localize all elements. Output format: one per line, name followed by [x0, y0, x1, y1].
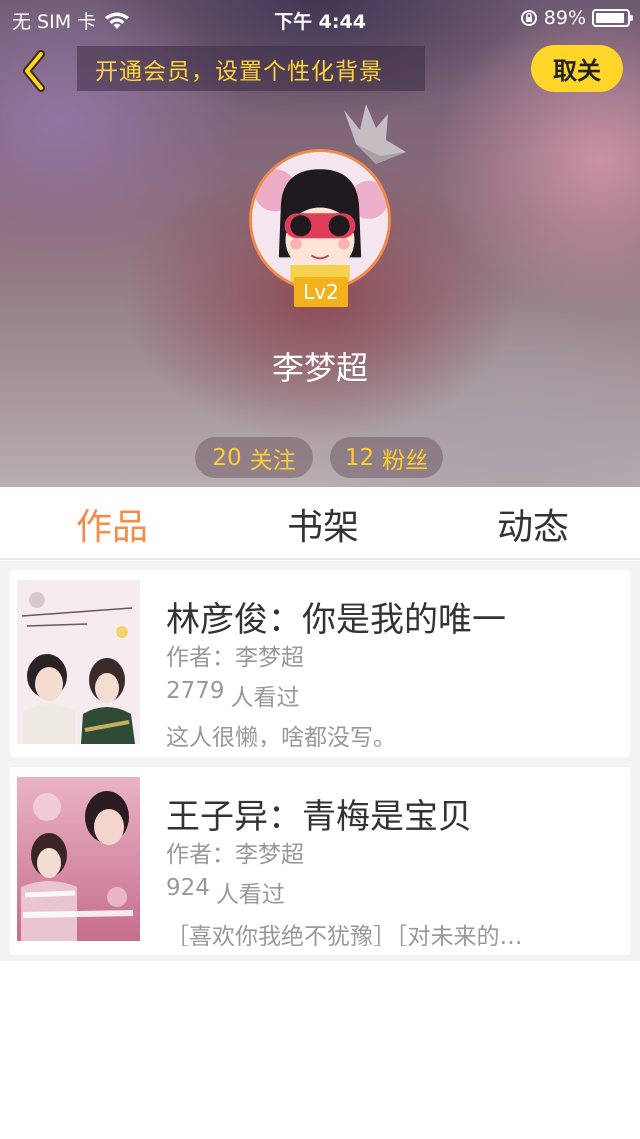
- empty-area: [0, 961, 640, 1139]
- views-label: 人看过: [215, 882, 285, 908]
- tab-activity[interactable]: 动态: [463, 487, 603, 560]
- user-name: 李梦超: [271, 349, 368, 387]
- book-description: ［喜欢你我绝不犹豫］［对未来的…: [166, 924, 523, 946]
- book-title: 林彦俊：你是我的唯一: [166, 600, 506, 640]
- battery-icon: [592, 9, 633, 27]
- tab-works[interactable]: 作品: [42, 487, 182, 560]
- following-stat[interactable]: 20 关注: [195, 437, 313, 478]
- works-list: 林彦俊：你是我的唯一 作者：李梦超 2779 人看过 这人很懒，啥都没写。 王子…: [0, 561, 640, 961]
- book-cover: [17, 777, 140, 941]
- book-cover-image: [17, 580, 140, 744]
- book-title: 王子异：青梅是宝贝: [166, 797, 472, 837]
- views-label: 人看过: [230, 685, 300, 711]
- status-right: 89%: [520, 7, 633, 29]
- status-bar: 无 SIM 卡 下午 4:44 89%: [0, 0, 640, 36]
- avatar-image: [252, 152, 388, 288]
- profile-tabs: 作品 书架 动态: [0, 487, 640, 560]
- book-views: 924 人看过: [166, 875, 285, 909]
- views-count: 2779: [166, 678, 225, 704]
- book-cover: [17, 580, 140, 744]
- rotation-lock-icon: [520, 10, 537, 26]
- following-count: 20: [212, 444, 242, 471]
- list-item[interactable]: 林彦俊：你是我的唯一 作者：李梦超 2779 人看过 这人很懒，啥都没写。: [10, 570, 630, 757]
- unfollow-button[interactable]: 取关: [531, 45, 623, 92]
- tab-bookshelf[interactable]: 书架: [253, 487, 393, 560]
- views-count: 924: [166, 875, 210, 901]
- level-badge: Lv2: [294, 277, 348, 307]
- fans-stat[interactable]: 12 粉丝: [330, 437, 443, 478]
- book-views: 2779 人看过: [166, 678, 300, 712]
- avatar[interactable]: [249, 149, 391, 291]
- vip-background-banner[interactable]: 开通会员，设置个性化背景: [77, 46, 425, 91]
- book-cover-image: [17, 777, 140, 941]
- fans-label: 粉丝: [382, 447, 429, 474]
- following-label: 关注: [249, 447, 296, 474]
- book-author: 作者：李梦超: [166, 842, 304, 868]
- fans-count: 12: [344, 444, 375, 471]
- chevron-left-icon: [23, 50, 45, 92]
- list-item[interactable]: 王子异：青梅是宝贝 作者：李梦超 924 人看过 ［喜欢你我绝不犹豫］［对未来的…: [10, 767, 630, 955]
- battery-percent: 89%: [543, 7, 586, 29]
- back-button[interactable]: [14, 50, 54, 92]
- book-description: 这人很懒，啥都没写。: [166, 725, 396, 747]
- profile-header: 无 SIM 卡 下午 4:44 89% 开通会员，设置个性化背景 取关 Lv2 …: [0, 0, 640, 487]
- book-author: 作者：李梦超: [166, 645, 304, 671]
